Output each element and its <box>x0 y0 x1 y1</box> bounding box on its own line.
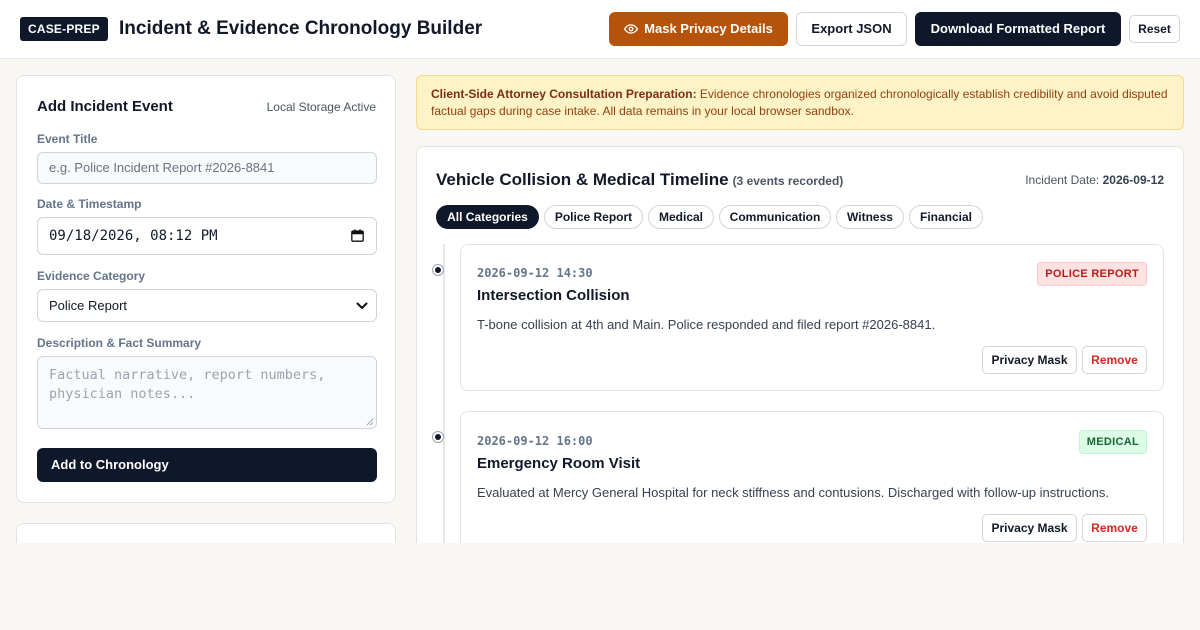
category-select[interactable]: Police Report <box>37 289 377 322</box>
description-label: Description & Fact Summary <box>37 336 202 350</box>
event-title-input[interactable]: e.g. Police Incident Report #2026-8841 <box>37 152 377 184</box>
event-description: Evaluated at Mercy General Hospital for … <box>477 485 1110 500</box>
chevron-down-icon <box>356 302 368 309</box>
privacy-mask-button[interactable]: Privacy Mask <box>982 514 1077 542</box>
event-title: Intersection Collision <box>477 287 630 304</box>
filter-financial[interactable]: Financial <box>909 205 983 229</box>
incident-date: Incident Date: 2026-09-12 <box>1025 173 1164 187</box>
incident-date-value: 2026-09-12 <box>1102 173 1164 187</box>
privacy-mask-button[interactable]: Privacy Mask <box>982 346 1077 374</box>
notice-heading: Client-Side Attorney Consultation Prepar… <box>431 87 697 101</box>
eye-icon <box>624 23 639 34</box>
date-input[interactable]: 09/18/2026, 08:12 PM <box>37 217 377 255</box>
date-label: Date & Timestamp <box>37 197 142 211</box>
add-event-card: Add Incident Event Local Storage Active … <box>16 75 396 503</box>
date-value: 09/18/2026, 08:12 PM <box>49 228 218 244</box>
page-title: Incident & Evidence Chronology Builder <box>119 18 483 39</box>
mask-privacy-button[interactable]: Mask Privacy Details <box>609 12 788 46</box>
brand-badge: CASE-PREP <box>20 17 108 41</box>
timeline-line <box>443 244 445 544</box>
event-timestamp: 2026-09-12 16:00 <box>477 434 593 448</box>
category-label: Evidence Category <box>37 269 146 283</box>
description-placeholder: Factual narrative, report numbers, physi… <box>49 367 326 402</box>
reset-button[interactable]: Reset <box>1129 15 1180 43</box>
description-textarea[interactable]: Factual narrative, report numbers, physi… <box>37 356 377 429</box>
category-badge: POLICE REPORT <box>1037 262 1147 286</box>
download-report-button[interactable]: Download Formatted Report <box>915 12 1121 46</box>
timeline-title-text: Vehicle Collision & Medical Timeline <box>436 170 729 189</box>
timeline-dot <box>432 431 444 443</box>
export-json-button[interactable]: Export JSON <box>796 12 907 46</box>
storage-status: Local Storage Active <box>266 100 376 114</box>
resize-grip-icon[interactable] <box>366 418 374 426</box>
category-badge: MEDICAL <box>1078 430 1147 454</box>
app-header: CASE-PREP Incident & Evidence Chronology… <box>0 0 1200 59</box>
mask-privacy-label: Mask Privacy Details <box>644 21 773 36</box>
event-count: (3 events recorded) <box>732 174 844 188</box>
filter-medical[interactable]: Medical <box>648 205 714 229</box>
page-background <box>0 543 1200 630</box>
calendar-icon[interactable] <box>351 229 364 242</box>
remove-event-button[interactable]: Remove <box>1082 514 1147 542</box>
event-timestamp: 2026-09-12 14:30 <box>477 266 593 280</box>
filter-all-categories[interactable]: All Categories <box>436 205 539 229</box>
remove-event-button[interactable]: Remove <box>1082 346 1147 374</box>
timeline-title: Vehicle Collision & Medical Timeline (3 e… <box>436 170 843 190</box>
filter-communication[interactable]: Communication <box>719 205 831 229</box>
filter-police-report[interactable]: Police Report <box>544 205 643 229</box>
add-to-chronology-button[interactable]: Add to Chronology <box>37 448 377 482</box>
event-title: Emergency Room Visit <box>477 455 641 472</box>
consultation-notice: Client-Side Attorney Consultation Prepar… <box>416 75 1184 130</box>
category-value: Police Report <box>49 298 128 313</box>
event-title-label: Event Title <box>37 132 98 146</box>
timeline-event: 2026-09-12 16:00 Emergency Room Visit Ev… <box>460 411 1164 561</box>
timeline-dot <box>432 264 444 276</box>
event-description: T-bone collision at 4th and Main. Police… <box>477 317 936 332</box>
filter-witness[interactable]: Witness <box>836 205 904 229</box>
form-title: Add Incident Event <box>37 98 173 115</box>
timeline-event: 2026-09-12 14:30 Intersection Collision … <box>460 244 1164 391</box>
incident-date-label: Incident Date: <box>1025 173 1100 187</box>
